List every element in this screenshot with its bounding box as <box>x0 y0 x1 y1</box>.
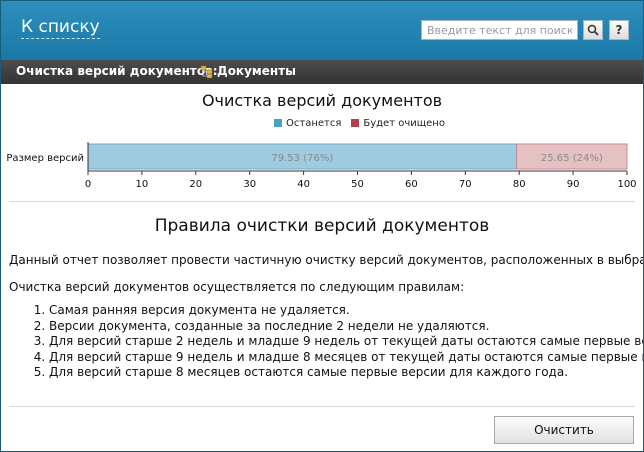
search-button[interactable] <box>583 20 603 40</box>
x-tick-label: 50 <box>351 179 364 190</box>
rule-item: Самая ранняя версия документа не удаляет… <box>49 303 643 319</box>
legend-item-remove: Будет очищено <box>351 118 445 129</box>
stacked-bar-chart: 79.53 (76%) 25.65 (24%) Размер версий 0 10 20… <box>6 142 637 190</box>
divider <box>9 201 635 202</box>
x-tick-label: 90 <box>567 179 580 190</box>
rules-title: Правила очистки версий документов <box>154 216 490 236</box>
back-to-list-link[interactable]: К списку <box>21 16 100 39</box>
rule-item: Версии документа, созданные за последние… <box>49 319 643 335</box>
search-icon <box>587 24 599 36</box>
breadcrumb-section: Очистка версий документов: <box>16 64 218 78</box>
legend-label-remove: Будет очищено <box>363 118 445 129</box>
x-tick-label: 0 <box>85 179 91 190</box>
rule-item: Для версий старше 8 месяцев остаются сам… <box>49 365 643 381</box>
chart-legend: Останется Будет очищено <box>274 118 445 129</box>
breadcrumb-location[interactable]: Документы <box>217 60 296 83</box>
x-tick-label: 10 <box>136 179 149 190</box>
category-label: Размер версий <box>6 153 84 164</box>
x-tick-label: 100 <box>617 179 636 190</box>
x-tick-label: 70 <box>459 179 472 190</box>
legend-swatch-remove <box>351 119 360 127</box>
rules-intro: Данный отчет позволяет провести частичну… <box>9 253 643 267</box>
x-tick-label: 60 <box>405 179 418 190</box>
x-tick-label: 80 <box>513 179 526 190</box>
x-tick-label: 40 <box>297 179 310 190</box>
divider <box>9 406 635 407</box>
legend-swatch-keep <box>274 119 282 127</box>
chart-title: Очистка версий документов <box>201 91 443 110</box>
help-icon: ? <box>615 23 623 37</box>
rules-lead: Очистка версий документов осуществляется… <box>9 280 465 294</box>
rule-item: Для версий старше 2 недель и младше 9 не… <box>49 334 643 350</box>
x-tick-label: 20 <box>189 179 202 190</box>
top-bar: К списку ? <box>1 1 643 60</box>
window: К списку ? Очистка версий документов: До… <box>0 0 644 452</box>
help-button[interactable]: ? <box>609 20 629 40</box>
clear-button[interactable]: Очистить <box>494 416 634 444</box>
breadcrumb: Очистка версий документов: Документы <box>1 60 643 84</box>
x-tick-label: 30 <box>243 179 256 190</box>
legend-item-keep: Останется <box>274 118 341 129</box>
rule-item: Для версий старше 9 недель и младше 8 ме… <box>49 350 643 366</box>
rules-list: Самая ранняя версия документа не удаляет… <box>31 303 643 381</box>
folder-tree-icon <box>200 65 213 79</box>
search-input[interactable] <box>421 20 578 40</box>
data-label: 25.65 (24%) <box>541 153 603 164</box>
data-label: 79.53 (76%) <box>271 153 333 164</box>
legend-label-keep: Останется <box>286 118 342 129</box>
